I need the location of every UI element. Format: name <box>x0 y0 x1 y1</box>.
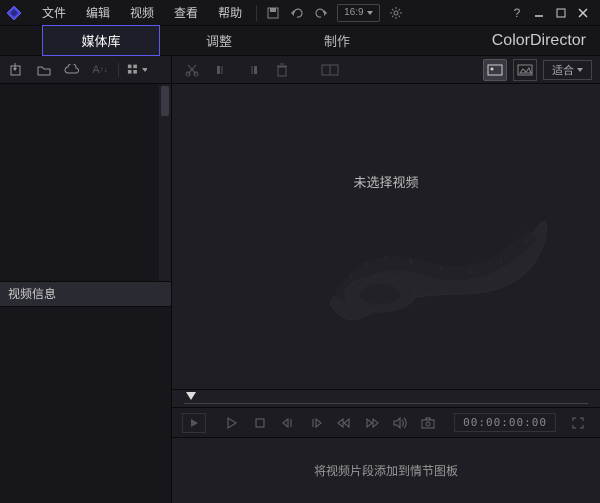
chevron-down-icon <box>367 11 373 15</box>
timeline-ruler[interactable] <box>172 389 600 407</box>
media-library[interactable] <box>0 84 171 281</box>
aspect-ratio-label: 16:9 <box>344 7 363 18</box>
mode-tabs: 媒体库 调整 制作 ColorDirector <box>0 26 600 56</box>
storyboard-hint: 将视频片段添加到情节图板 <box>314 462 458 479</box>
app-logo-icon <box>6 5 22 21</box>
video-info-header: 视频信息 <box>0 281 171 307</box>
preview-toolbar: 适合 <box>172 56 600 84</box>
storyboard-area[interactable]: 将视频片段添加到情节图板 <box>172 437 600 503</box>
playback-controls: 00:00:00:00 <box>172 407 600 437</box>
compare-icon[interactable] <box>318 59 342 81</box>
tab-media[interactable]: 媒体库 <box>42 25 160 56</box>
maximize-icon[interactable] <box>550 2 572 24</box>
stop-icon[interactable] <box>248 413 272 433</box>
record-icon[interactable] <box>182 413 206 433</box>
close-icon[interactable] <box>572 2 594 24</box>
fit-select[interactable]: 适合 <box>543 60 592 80</box>
play-icon[interactable] <box>220 413 244 433</box>
delete-icon[interactable] <box>270 59 294 81</box>
media-toolbar: A↑↓ <box>0 56 171 84</box>
tab-adjust[interactable]: 调整 <box>160 26 278 55</box>
cloud-icon[interactable] <box>62 60 82 80</box>
tab-produce[interactable]: 制作 <box>278 26 396 55</box>
separator <box>118 63 119 77</box>
snapshot-icon[interactable] <box>416 413 440 433</box>
import-folder-icon[interactable] <box>34 60 54 80</box>
menu-video[interactable]: 视频 <box>120 4 164 21</box>
import-file-icon[interactable] <box>6 60 26 80</box>
aspect-ratio-select[interactable]: 16:9 <box>337 4 379 22</box>
next-frame-icon[interactable] <box>304 413 328 433</box>
brand-label: ColorDirector <box>492 32 586 50</box>
fit-label: 适合 <box>552 62 574 78</box>
cut-icon[interactable] <box>180 59 204 81</box>
help-icon[interactable]: ? <box>506 2 528 24</box>
minimize-icon[interactable] <box>528 2 550 24</box>
menu-view[interactable]: 查看 <box>164 4 208 21</box>
menu-edit[interactable]: 编辑 <box>76 4 120 21</box>
filmstrip-icon <box>310 184 560 334</box>
menubar: 文件 编辑 视频 查看 帮助 16:9 ? <box>0 0 600 26</box>
rewind-icon[interactable] <box>332 413 356 433</box>
prev-frame-icon[interactable] <box>276 413 300 433</box>
right-panel: 适合 未选择视频 <box>172 56 600 503</box>
main-area: A↑↓ 视频信息 适合 未选择视频 <box>0 56 600 503</box>
playhead-icon[interactable] <box>186 392 196 400</box>
view-mode-a-icon[interactable] <box>483 59 507 81</box>
grid-view-icon[interactable] <box>127 60 147 80</box>
scrollbar-vertical[interactable] <box>159 84 171 281</box>
menu-file[interactable]: 文件 <box>32 4 76 21</box>
view-mode-b-icon[interactable] <box>513 59 537 81</box>
video-info-body <box>0 307 171 503</box>
ruler-line <box>184 403 588 404</box>
redo-icon[interactable] <box>309 1 333 25</box>
menu-help[interactable]: 帮助 <box>208 4 252 21</box>
forward-icon[interactable] <box>360 413 384 433</box>
text-size-icon[interactable]: A↑↓ <box>90 60 110 80</box>
trim-right-icon[interactable] <box>240 59 264 81</box>
left-panel: A↑↓ 视频信息 <box>0 56 172 503</box>
volume-icon[interactable] <box>388 413 412 433</box>
separator <box>256 5 257 21</box>
fullscreen-icon[interactable] <box>566 413 590 433</box>
undo-icon[interactable] <box>285 1 309 25</box>
timecode-display: 00:00:00:00 <box>454 413 556 432</box>
settings-icon[interactable] <box>384 1 408 25</box>
trim-left-icon[interactable] <box>210 59 234 81</box>
save-icon[interactable] <box>261 1 285 25</box>
preview-area: 未选择视频 <box>172 84 600 389</box>
